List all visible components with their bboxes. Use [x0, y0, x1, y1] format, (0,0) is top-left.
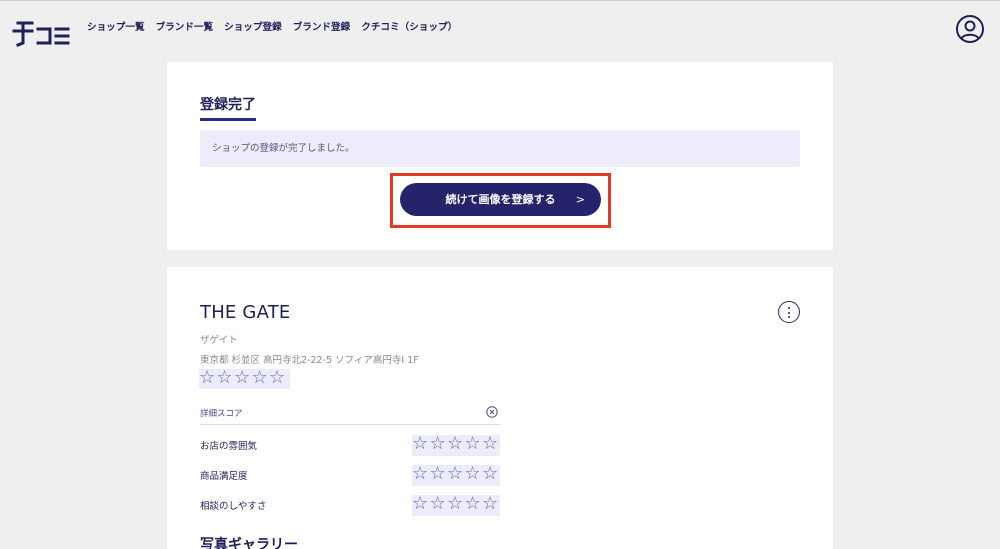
score-stars-satisfaction: ☆ ☆ ☆ ☆ ☆ — [412, 465, 500, 486]
overall-rating: ☆ ☆ ☆ ☆ ☆ — [199, 369, 290, 389]
logo-icon[interactable] — [12, 19, 72, 47]
chevron-right-icon: > — [575, 193, 585, 206]
nav-shop-register[interactable]: ショップ登録 — [224, 21, 282, 35]
star-icon: ☆ — [429, 463, 446, 484]
nav-brand-register[interactable]: ブランド登録 — [293, 21, 351, 35]
more-icon — [788, 307, 791, 310]
cta-label: 続けて画像を登録する — [445, 193, 556, 206]
score-label-satisfaction: 商品満足度 — [200, 471, 248, 482]
star-icon: ☆ — [464, 493, 481, 514]
more-icon-dot — [788, 316, 791, 319]
section-title-complete: 登録完了 — [200, 96, 256, 121]
shop-kana: ザゲイト — [200, 335, 238, 346]
site-header: ショップ一覧 ブランド一覧 ショップ登録 ブランド登録 クチコミ（ショップ） — [0, 1, 1000, 55]
shop-detail-card: THE GATE ザゲイト 東京都 杉並区 高円寺北2-22-5 ソフィア高円寺… — [167, 267, 833, 549]
star-icon: ☆ — [269, 367, 286, 388]
star-icon: ☆ — [464, 463, 481, 484]
success-notice: ショップの登録が完了しました。 — [200, 130, 800, 167]
star-icon: ☆ — [412, 493, 429, 514]
nav-reviews-shop[interactable]: クチコミ（ショップ） — [361, 21, 457, 35]
main-nav: ショップ一覧 ブランド一覧 ショップ登録 ブランド登録 クチコミ（ショップ） — [87, 21, 468, 35]
shop-name: THE GATE — [200, 302, 291, 323]
star-icon: ☆ — [464, 433, 481, 454]
star-icon: ☆ — [412, 463, 429, 484]
detail-score-header: 詳細スコア — [200, 405, 500, 425]
score-label-consultation: 相談のしやすさ — [200, 501, 267, 512]
photo-gallery-title: 写真ギャラリー — [200, 537, 298, 549]
registration-complete-card: 登録完了 ショップの登録が完了しました。 続けて画像を登録する > — [167, 62, 833, 250]
star-icon: ☆ — [447, 433, 464, 454]
nav-shop-list[interactable]: ショップ一覧 — [87, 21, 145, 35]
nav-brand-list[interactable]: ブランド一覧 — [156, 21, 214, 35]
score-label-atmosphere: お店の雰囲気 — [200, 441, 258, 452]
star-icon: ☆ — [447, 493, 464, 514]
more-options-button[interactable] — [778, 301, 800, 323]
star-icon: ☆ — [447, 463, 464, 484]
score-stars-atmosphere: ☆ ☆ ☆ ☆ ☆ — [412, 435, 500, 456]
star-icon: ☆ — [251, 367, 268, 388]
user-icon[interactable] — [955, 14, 985, 44]
detail-score-label: 詳細スコア — [200, 409, 243, 419]
star-icon: ☆ — [429, 433, 446, 454]
star-icon: ☆ — [216, 367, 233, 388]
more-icon-dot — [788, 311, 791, 314]
score-stars-consultation: ☆ ☆ ☆ ☆ ☆ — [412, 495, 500, 516]
close-icon[interactable] — [486, 406, 498, 418]
shop-address: 東京都 杉並区 高円寺北2-22-5 ソフィア高円寺Ⅰ 1F — [200, 355, 419, 366]
continue-register-images-button[interactable]: 続けて画像を登録する > — [400, 183, 601, 216]
star-icon: ☆ — [199, 367, 216, 388]
star-icon: ☆ — [234, 367, 251, 388]
star-icon: ☆ — [429, 493, 446, 514]
star-icon: ☆ — [482, 433, 499, 454]
star-icon: ☆ — [482, 463, 499, 484]
star-icon: ☆ — [412, 433, 429, 454]
star-icon: ☆ — [482, 493, 499, 514]
